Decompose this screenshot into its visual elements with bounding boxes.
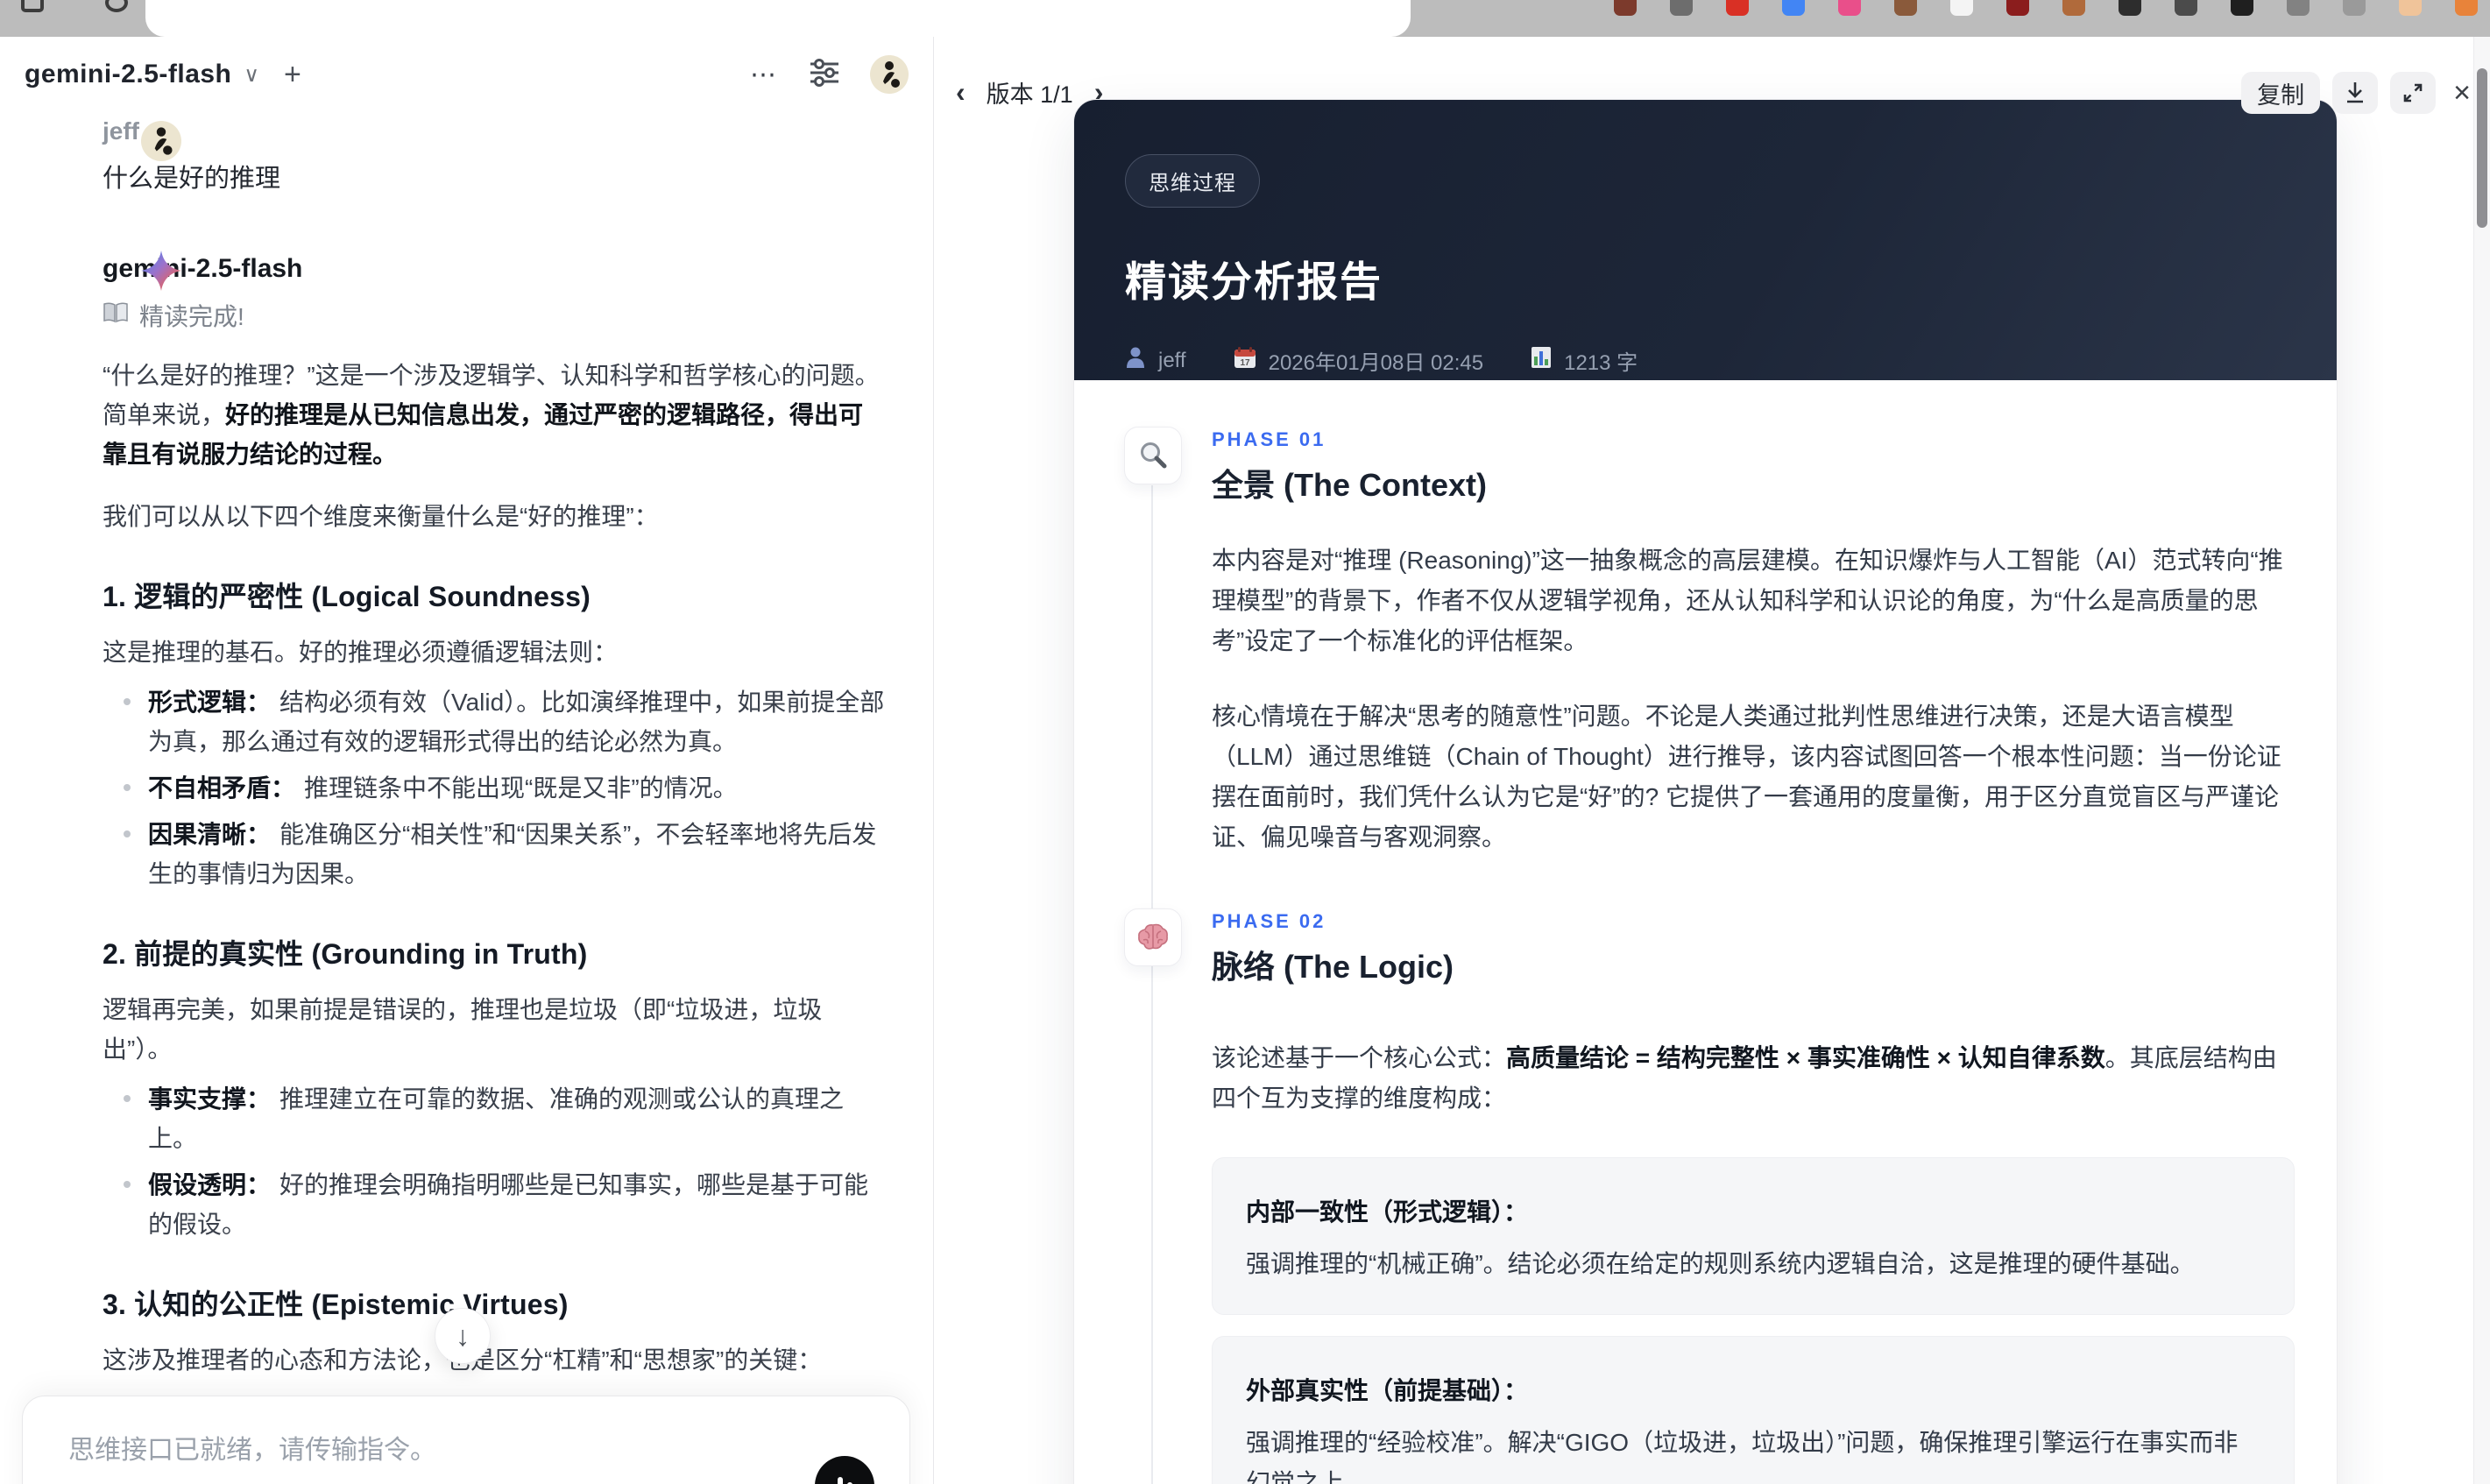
user-avatar [141, 121, 181, 161]
report-card: 思维过程 精读分析报告 jeff 17 2026年01月08日 02:45 12… [1073, 99, 2338, 1484]
card-text: 强调推理的“经验校准”。解决“GIGO（垃圾进，垃圾出）”问题，确保推理引擎运行… [1246, 1429, 2239, 1484]
extension-icon[interactable] [2287, 0, 2310, 16]
list-item: 因果清晰： 能准确区分“相关性”和“因果关系”，不会轻率地将先后发生的事情归为因果… [103, 815, 885, 894]
composer-placeholder: 思维接口已就绪，请传输指令。 [68, 1436, 436, 1465]
status-text: 精读完成! [139, 303, 244, 330]
browser-glyph [105, 0, 128, 12]
model-selector[interactable]: gemini-2.5-flash [25, 60, 231, 89]
phase-1: PHASE 01 全景 (The Context) 本内容是对“推理 (Reas… [1124, 427, 2295, 858]
list-item: 假设透明： 好的推理会明确指明哪些是已知事实，哪些是基于可能的假设。 [103, 1165, 885, 1244]
report-date: 2026年01月08日 02:45 [1268, 351, 1484, 375]
calendar-icon: 17 [1234, 346, 1256, 375]
arrow-down-icon: ↓ [456, 1319, 470, 1352]
list-item: 形式逻辑： 结构必须有效（Valid）。比如演绎推理中，如果前提全部为真，那么通过… [103, 682, 885, 761]
extension-icon[interactable] [1894, 0, 1917, 16]
extension-icon[interactable] [2231, 0, 2253, 16]
scrollbar-track[interactable] [2473, 37, 2490, 1484]
settings-sliders-icon[interactable] [809, 58, 840, 91]
extension-icon[interactable] [2119, 0, 2141, 16]
book-icon [103, 301, 129, 330]
browser-glyph [21, 0, 44, 12]
assistant-paragraph: “什么是好的推理？”这是一个涉及逻辑学、认知科学和哲学核心的问题。简单来说，好的… [103, 362, 880, 468]
status-row: 精读完成! [103, 298, 885, 333]
card-text: 强调推理的“机械正确”。结论必须在给定的规则系统内逻辑自洽，这是推理的硬件基础。 [1246, 1250, 2195, 1277]
copy-button[interactable]: 复制 [2241, 72, 2321, 114]
report-author: jeff [1158, 348, 1186, 372]
section-desc: 逻辑再完美，如果前提是错误的，推理也是垃圾（即“垃圾进，垃圾出”）。 [103, 996, 823, 1063]
close-button[interactable]: × [2448, 76, 2476, 110]
chevron-down-icon[interactable]: ∨ [244, 62, 259, 88]
brain-icon [1124, 908, 1182, 966]
phase-2: PHASE 02 脉络 (The Logic) 该论述基于一个核心公式：高质量结… [1124, 908, 2295, 1484]
report-meta: jeff 17 2026年01月08日 02:45 1213 字 [1125, 345, 2286, 376]
extension-icon[interactable] [1670, 0, 1693, 16]
phase-paragraph: 该论述基于一个核心公式：高质量结论 = 结构完整性 × 事实准确性 × 认知自律… [1212, 1044, 2277, 1112]
dimension-card: 内部一致性（形式逻辑）： 强调推理的“机械正确”。结论必须在给定的规则系统内逻辑… [1212, 1157, 2295, 1315]
bar-chart-icon [1531, 346, 1552, 375]
extension-icon[interactable] [1950, 0, 1973, 16]
more-menu-button[interactable]: ⋯ [750, 60, 779, 90]
section-desc: 这是推理的基石。好的推理必须遵循逻辑法则： [103, 639, 619, 666]
new-chat-button[interactable]: + [284, 58, 301, 92]
prev-version-button[interactable]: ‹ [952, 76, 969, 109]
report-title: 精读分析报告 [1125, 258, 1383, 305]
expand-button[interactable] [2390, 72, 2437, 114]
list-item: 事实支撑： 推理建立在可靠的数据、准确的观测或公认的真理之上。 [103, 1079, 885, 1158]
report-body: PHASE 01 全景 (The Context) 本内容是对“推理 (Reas… [1074, 380, 2337, 1484]
scrollbar-thumb[interactable] [2477, 68, 2487, 228]
message-author: jeff [103, 117, 139, 145]
phase-label: PHASE 02 [1212, 910, 1326, 932]
chat-scroll-area[interactable]: jeff 什么是好的推理 gemini-2.5-flash 精读完成! “什么是… [0, 100, 933, 1484]
phase-label: PHASE 01 [1212, 428, 1326, 450]
svg-text:17: 17 [1240, 358, 1250, 368]
extension-icon[interactable] [1782, 0, 1805, 16]
section-bullets: 事实支撑： 推理建立在可靠的数据、准确的观测或公认的真理之上。 假设透明： 好的推理… [103, 1079, 885, 1244]
chat-panel: gemini-2.5-flash ∨ + ⋯ jeff 什么是好的推理 gemi… [0, 37, 934, 1484]
user-icon [1125, 346, 1146, 375]
extension-icon[interactable] [1726, 0, 1749, 16]
section-desc: 这涉及推理者的心态和方法论，也是区分“杠精”和“思想家”的关键： [103, 1340, 885, 1380]
extension-icon[interactable] [2062, 0, 2085, 16]
phase-title: 脉络 (The Logic) [1212, 949, 1454, 985]
assistant-name: gemini-2.5-flash [103, 254, 303, 283]
chat-header: gemini-2.5-flash ∨ + ⋯ [0, 49, 933, 100]
waveform-icon [837, 1477, 843, 1484]
section-title: 3. 认知的公正性 (Epistemic Virtues) [103, 1289, 569, 1320]
browser-tab[interactable] [145, 0, 1411, 37]
gemini-star-icon [141, 251, 181, 291]
section-title: 1. 逻辑的严密性 (Logical Soundness) [103, 581, 591, 612]
assistant-paragraph: 我们可以从以下四个维度来衡量什么是“好的推理”： [103, 503, 659, 530]
scroll-to-bottom-button[interactable]: ↓ [435, 1308, 491, 1364]
artifact-panel: ‹ 版本 1/1 › 复制 × 思维过程 精读分析报告 jeff 17 2026… [935, 37, 2490, 1484]
extension-icon[interactable] [1838, 0, 1861, 16]
extension-icon[interactable] [2399, 0, 2422, 16]
dimension-cards: 内部一致性（形式逻辑）： 强调推理的“机械正确”。结论必须在给定的规则系统内逻辑… [1212, 1157, 2295, 1484]
extension-icons [1614, 0, 2478, 16]
card-title: 外部真实性（前提基础）： [1246, 1377, 1529, 1404]
extension-icon[interactable] [2343, 0, 2366, 16]
user-avatar[interactable] [870, 55, 909, 94]
extension-icon[interactable] [2006, 0, 2029, 16]
magnifier-icon [1124, 427, 1182, 484]
version-label: 版本 1/1 [986, 81, 1073, 108]
extension-icon[interactable] [2175, 0, 2197, 16]
section-title: 2. 前提的真实性 (Grounding in Truth) [103, 938, 588, 970]
download-button[interactable] [2332, 72, 2379, 114]
dimension-card: 外部真实性（前提基础）： 强调推理的“经验校准”。解决“GIGO（垃圾进，垃圾出… [1212, 1336, 2295, 1484]
message-composer[interactable]: 思维接口已就绪，请传输指令。 + [22, 1396, 910, 1484]
browser-strip [0, 0, 2490, 37]
report-word-count: 1213 字 [1564, 351, 1638, 375]
extension-icon[interactable] [2455, 0, 2478, 16]
artifact-toolbar: 复制 × [2241, 72, 2476, 114]
user-message-text: 什么是好的推理 [103, 165, 281, 193]
extension-icon[interactable] [1614, 0, 1637, 16]
list-item: 不自相矛盾： 推理链条中不能出现“既是又非”的情况。 [103, 768, 885, 808]
report-badge: 思维过程 [1125, 154, 1260, 208]
phase-paragraph: 核心情境在于解决“思考的随意性”问题。不论是人类通过批判性思维进行决策，还是大语… [1212, 703, 2281, 851]
section-bullets: 形式逻辑： 结构必须有效（Valid）。比如演绎推理中，如果前提全部为真，那么通过… [103, 682, 885, 894]
report-header: 思维过程 精读分析报告 jeff 17 2026年01月08日 02:45 12… [1074, 100, 2337, 380]
phase-title: 全景 (The Context) [1212, 467, 1487, 503]
card-title: 内部一致性（形式逻辑）： [1246, 1198, 1529, 1226]
phase-paragraph: 本内容是对“推理 (Reasoning)”这一抽象概念的高层建模。在知识爆炸与人… [1212, 547, 2283, 654]
